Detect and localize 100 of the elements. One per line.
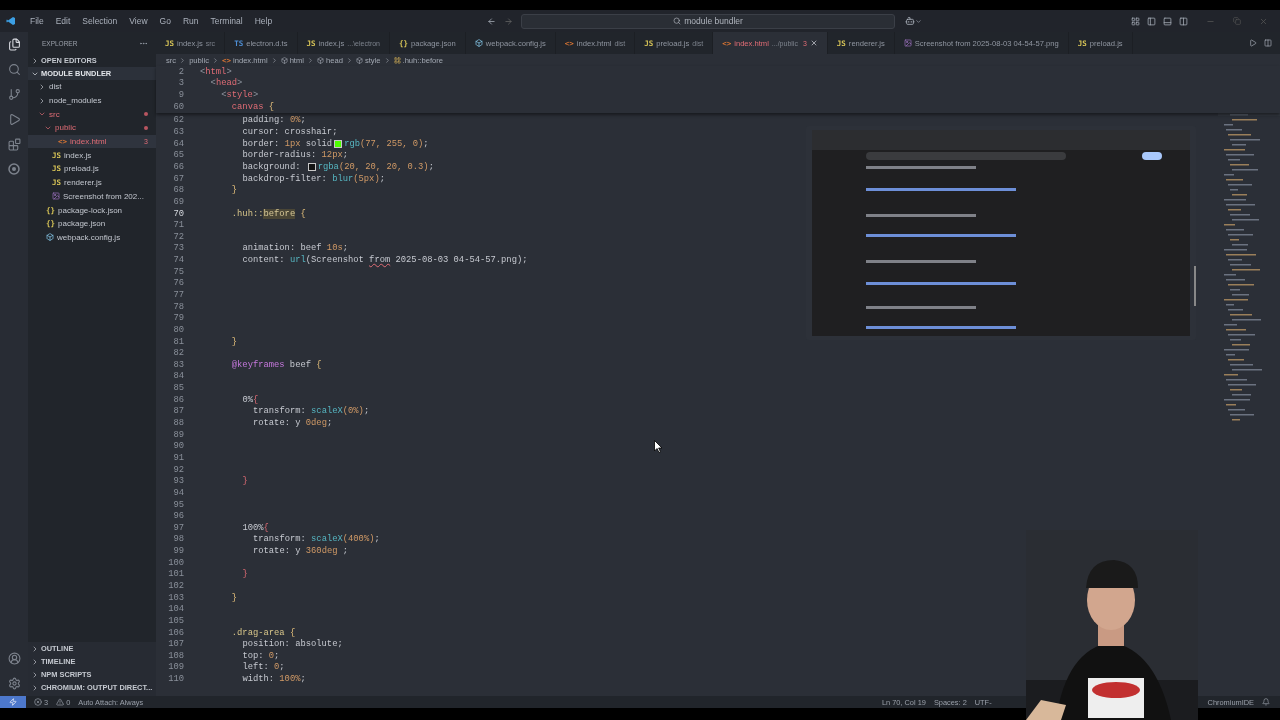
- code-text: .drag-area {: [231, 627, 296, 638]
- line-number: 60: [172, 101, 184, 112]
- chevron-icon[interactable]: [915, 17, 923, 25]
- line-number: 79: [172, 313, 184, 324]
- explorer-icon[interactable]: [7, 38, 21, 51]
- browser-icon[interactable]: [8, 163, 20, 175]
- lightning-icon: [9, 698, 17, 706]
- line-number: 107: [167, 639, 184, 650]
- line-number: 68: [172, 185, 184, 196]
- code-text: @keyframes beef {: [231, 359, 322, 370]
- close-icon[interactable]: [809, 39, 818, 47]
- code-text: rgba(20, 20, 20, 0.3);: [317, 161, 434, 172]
- line-number: 69: [172, 196, 184, 207]
- layout-icon[interactable]: [1131, 16, 1140, 26]
- cube-icon: [355, 56, 363, 64]
- image-file-icon: [903, 39, 912, 47]
- code-text: border-radius: 12px;: [242, 150, 348, 161]
- line-number: 2: [177, 66, 184, 77]
- menu-item[interactable]: Go: [153, 16, 177, 26]
- forward-icon[interactable]: [504, 16, 514, 26]
- cube-icon: [317, 56, 324, 64]
- explorer-folder[interactable]: node_modules: [28, 93, 156, 108]
- code-text: canvas {: [231, 101, 275, 112]
- line-number: 80: [172, 324, 184, 335]
- line-number: 106: [167, 627, 184, 638]
- line-number: 104: [167, 604, 184, 615]
- cube-icon: [280, 56, 288, 64]
- line-number: 105: [167, 615, 184, 626]
- code-text: transform: scaleX(400%);: [253, 534, 380, 545]
- code-text: border: 1px solid: [242, 138, 333, 149]
- code-text: cursor: crosshair;: [242, 127, 338, 137]
- code-text: }: [231, 336, 238, 347]
- sidebar-toggle-icon[interactable]: [1147, 16, 1156, 26]
- line-number: 102: [167, 581, 184, 591]
- line-number: 101: [167, 569, 184, 580]
- code-text: left: 0;: [242, 662, 285, 673]
- code-text: top: 0;: [242, 650, 280, 661]
- code-text: animation: beef 10s;: [242, 243, 348, 254]
- menu-item[interactable]: Run: [176, 16, 205, 26]
- menu-item[interactable]: Help: [248, 16, 279, 26]
- code-text: <head>: [210, 78, 243, 89]
- split-editor-icon[interactable]: [1264, 39, 1272, 47]
- code-text: 100%{: [242, 522, 269, 533]
- explorer-folder[interactable]: dist: [28, 80, 156, 94]
- menu-item[interactable]: File: [24, 16, 50, 26]
- line-number: 82: [172, 348, 184, 359]
- line-number: 88: [172, 418, 184, 429]
- run-debug-icon[interactable]: [7, 113, 21, 126]
- robot-icon[interactable]: [905, 16, 916, 26]
- command-center-field[interactable]: module bundler: [521, 13, 896, 29]
- run-icon[interactable]: [1249, 39, 1257, 47]
- line-number: 91: [172, 452, 184, 463]
- code-text: background:: [242, 161, 302, 172]
- line-number: 99: [172, 546, 184, 557]
- app-logo-icon: [6, 16, 16, 26]
- extensions-icon[interactable]: [7, 138, 21, 151]
- line-number: 89: [172, 429, 184, 440]
- chevron-icon: [383, 56, 391, 64]
- code-text: <style>: [221, 90, 259, 101]
- explorer-folder[interactable]: src: [28, 107, 156, 122]
- chevron-icon: [270, 56, 278, 64]
- chevron-icon: [345, 56, 353, 64]
- explorer-folder[interactable]: public: [28, 121, 156, 135]
- line-number: 83: [172, 359, 184, 370]
- chevron-icon: [179, 56, 187, 64]
- code-text: }: [231, 185, 238, 196]
- search-icon[interactable]: [7, 63, 21, 76]
- line-number: 108: [167, 650, 184, 661]
- line-number: 9: [177, 90, 184, 101]
- line-number: 100: [167, 557, 184, 568]
- notifications-icon[interactable]: [1262, 698, 1270, 706]
- menu-item[interactable]: Selection: [76, 16, 124, 26]
- settings-icon[interactable]: [7, 677, 21, 690]
- explorer-file[interactable]: webpack.config.js: [28, 230, 156, 245]
- line-number: 85: [172, 383, 184, 394]
- chevron-icon: [307, 56, 314, 64]
- mouse-pointer-icon: [654, 440, 663, 453]
- line-number: 78: [172, 301, 184, 312]
- cube-icon: [46, 233, 54, 242]
- back-icon[interactable]: [487, 16, 497, 26]
- line-number: 71: [172, 220, 184, 231]
- split-layout-icon[interactable]: [1179, 16, 1188, 26]
- code-text: }: [242, 476, 248, 487]
- line-number: 65: [172, 150, 184, 161]
- menu-item[interactable]: Terminal: [204, 16, 249, 26]
- code-text: }: [231, 592, 238, 603]
- line-number: 110: [167, 674, 184, 685]
- source-control-icon[interactable]: [7, 88, 21, 101]
- line-number: 63: [172, 127, 184, 137]
- code-text: content: url(Screenshot from 2025-08-03 04-54-57.png);: [242, 255, 528, 266]
- explorer-file[interactable]: Screenshot from 202...: [28, 189, 156, 204]
- remote-button[interactable]: [0, 696, 26, 708]
- account-icon[interactable]: [7, 652, 21, 665]
- panel-toggle-icon[interactable]: [1163, 16, 1172, 26]
- code-text: backdrop-filter: blur(5px);: [242, 173, 385, 184]
- menu-item[interactable]: Edit: [49, 16, 77, 26]
- menu-item[interactable]: View: [123, 16, 154, 26]
- line-number: 64: [172, 138, 184, 149]
- line-number: 73: [172, 243, 184, 254]
- line-number: 96: [172, 511, 184, 522]
